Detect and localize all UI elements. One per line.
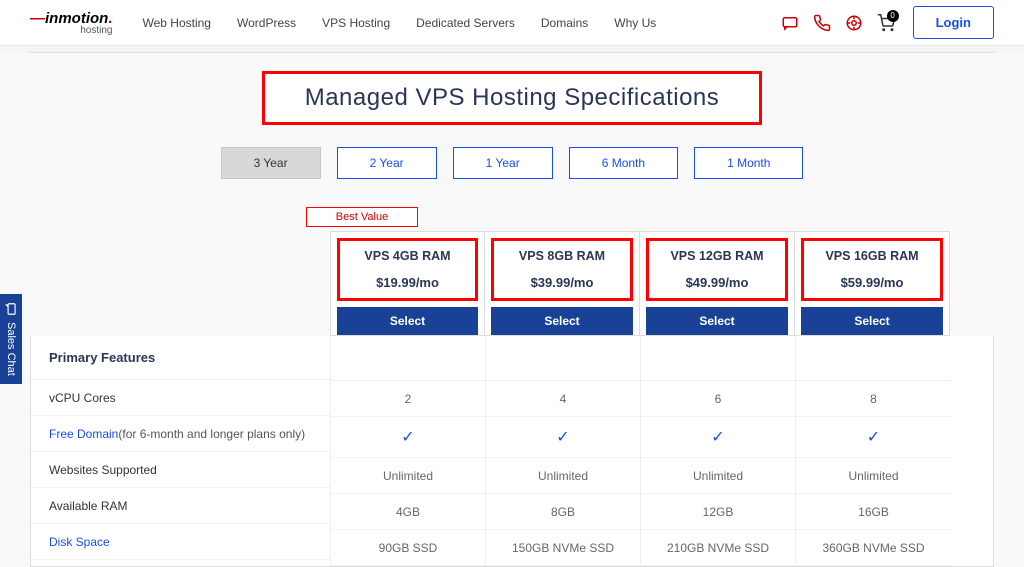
support-icon[interactable] xyxy=(845,14,863,32)
spec-val: 12GB xyxy=(641,494,795,530)
chat-bubble-icon xyxy=(4,302,18,316)
spec-label-free-domain[interactable]: Free Domain (for 6-month and longer plan… xyxy=(31,416,330,452)
tab-1-month[interactable]: 1 Month xyxy=(694,147,803,179)
spec-val: 8 xyxy=(796,381,951,417)
header-icons: 0 xyxy=(781,14,895,32)
term-tabs: 3 Year 2 Year 1 Year 6 Month 1 Month xyxy=(30,147,994,179)
spec-val: 4GB xyxy=(331,494,485,530)
page-title: Managed VPS Hosting Specifications xyxy=(305,84,720,112)
cart-count: 0 xyxy=(887,10,899,22)
sales-chat-label: Sales Chat xyxy=(5,322,17,376)
tab-6-month[interactable]: 6 Month xyxy=(569,147,678,179)
plan-col-16gb: VPS 16GB RAM $59.99/mo Select xyxy=(795,231,950,336)
nav-dedicated-servers[interactable]: Dedicated Servers xyxy=(416,16,515,30)
main-content: Managed VPS Hosting Specifications 3 Yea… xyxy=(0,53,1024,567)
plan-name: VPS 12GB RAM xyxy=(653,249,781,263)
sales-chat-tab[interactable]: Sales Chat xyxy=(0,294,22,384)
check-icon: ✓ xyxy=(796,417,951,458)
login-button[interactable]: Login xyxy=(913,6,994,39)
nav-vps-hosting[interactable]: VPS Hosting xyxy=(322,16,390,30)
plan-head-8gb: VPS 8GB RAM $39.99/mo xyxy=(491,238,633,301)
select-button-4gb[interactable]: Select xyxy=(337,307,478,335)
primary-nav: Web Hosting WordPress VPS Hosting Dedica… xyxy=(143,16,761,30)
spec-val: 2 xyxy=(331,381,485,417)
logo[interactable]: —inmotion. hosting xyxy=(30,10,113,36)
spec-label-vcpu: vCPU Cores xyxy=(31,380,330,416)
plan-header-row: VPS 4GB RAM $19.99/mo Select VPS 8GB RAM… xyxy=(330,231,994,336)
main-header: —inmotion. hosting Web Hosting WordPress… xyxy=(0,0,1024,46)
nav-why-us[interactable]: Why Us xyxy=(614,16,656,30)
tab-3-year[interactable]: 3 Year xyxy=(221,147,321,179)
plan-col-12gb: VPS 12GB RAM $49.99/mo Select xyxy=(640,231,795,336)
select-button-8gb[interactable]: Select xyxy=(491,307,633,335)
plan-price: $59.99/mo xyxy=(808,275,936,290)
plan-col-8gb: VPS 8GB RAM $39.99/mo Select xyxy=(485,231,640,336)
plan-price: $39.99/mo xyxy=(498,275,626,290)
spec-val: 6 xyxy=(641,381,795,417)
spec-vals-8gb: 4 ✓ Unlimited 8GB 150GB NVMe SSD xyxy=(486,336,641,566)
spec-val: Unlimited xyxy=(486,458,640,494)
chat-icon[interactable] xyxy=(781,14,799,32)
spec-table: Primary Features vCPU Cores Free Domain … xyxy=(30,336,994,567)
spec-vals-12gb: 6 ✓ Unlimited 12GB 210GB NVMe SSD xyxy=(641,336,796,566)
spec-labels-col: Primary Features vCPU Cores Free Domain … xyxy=(31,336,331,566)
spec-val: Unlimited xyxy=(331,458,485,494)
plan-name: VPS 8GB RAM xyxy=(498,249,626,263)
tab-1-year[interactable]: 1 Year xyxy=(453,147,553,179)
tab-2-year[interactable]: 2 Year xyxy=(337,147,437,179)
spec-header: Primary Features xyxy=(31,336,330,380)
nav-web-hosting[interactable]: Web Hosting xyxy=(143,16,211,30)
spec-val: 16GB xyxy=(796,494,951,530)
cart-icon[interactable]: 0 xyxy=(877,14,895,32)
spec-val: 210GB NVMe SSD xyxy=(641,530,795,566)
spec-val: 4 xyxy=(486,381,640,417)
select-button-12gb[interactable]: Select xyxy=(646,307,788,335)
spec-label-ram: Available RAM xyxy=(31,488,330,524)
plan-head-12gb: VPS 12GB RAM $49.99/mo xyxy=(646,238,788,301)
page-title-box: Managed VPS Hosting Specifications xyxy=(262,71,763,125)
select-button-16gb[interactable]: Select xyxy=(801,307,943,335)
spec-val: 360GB NVMe SSD xyxy=(796,530,951,566)
plan-price: $49.99/mo xyxy=(653,275,781,290)
spec-val: 90GB SSD xyxy=(331,530,485,566)
check-icon: ✓ xyxy=(486,417,640,458)
spec-val: Unlimited xyxy=(641,458,795,494)
plan-name: VPS 16GB RAM xyxy=(808,249,936,263)
phone-icon[interactable] xyxy=(813,14,831,32)
spec-label-disk[interactable]: Disk Space xyxy=(31,524,330,560)
spec-vals-16gb: 8 ✓ Unlimited 16GB 360GB NVMe SSD xyxy=(796,336,951,566)
check-icon: ✓ xyxy=(331,417,485,458)
spec-val: Unlimited xyxy=(796,458,951,494)
check-icon: ✓ xyxy=(641,417,795,458)
spec-vals-4gb: 2 ✓ Unlimited 4GB 90GB SSD xyxy=(331,336,486,566)
spec-val: 8GB xyxy=(486,494,640,530)
plan-head-16gb: VPS 16GB RAM $59.99/mo xyxy=(801,238,943,301)
plan-price: $19.99/mo xyxy=(344,275,471,290)
spec-val: 150GB NVMe SSD xyxy=(486,530,640,566)
nav-wordpress[interactable]: WordPress xyxy=(237,16,296,30)
nav-domains[interactable]: Domains xyxy=(541,16,588,30)
spec-label-websites: Websites Supported xyxy=(31,452,330,488)
plan-col-4gb: VPS 4GB RAM $19.99/mo Select xyxy=(330,231,485,336)
plan-name: VPS 4GB RAM xyxy=(344,249,471,263)
plan-head-4gb: VPS 4GB RAM $19.99/mo xyxy=(337,238,478,301)
best-value-badge: Best Value xyxy=(306,207,418,227)
